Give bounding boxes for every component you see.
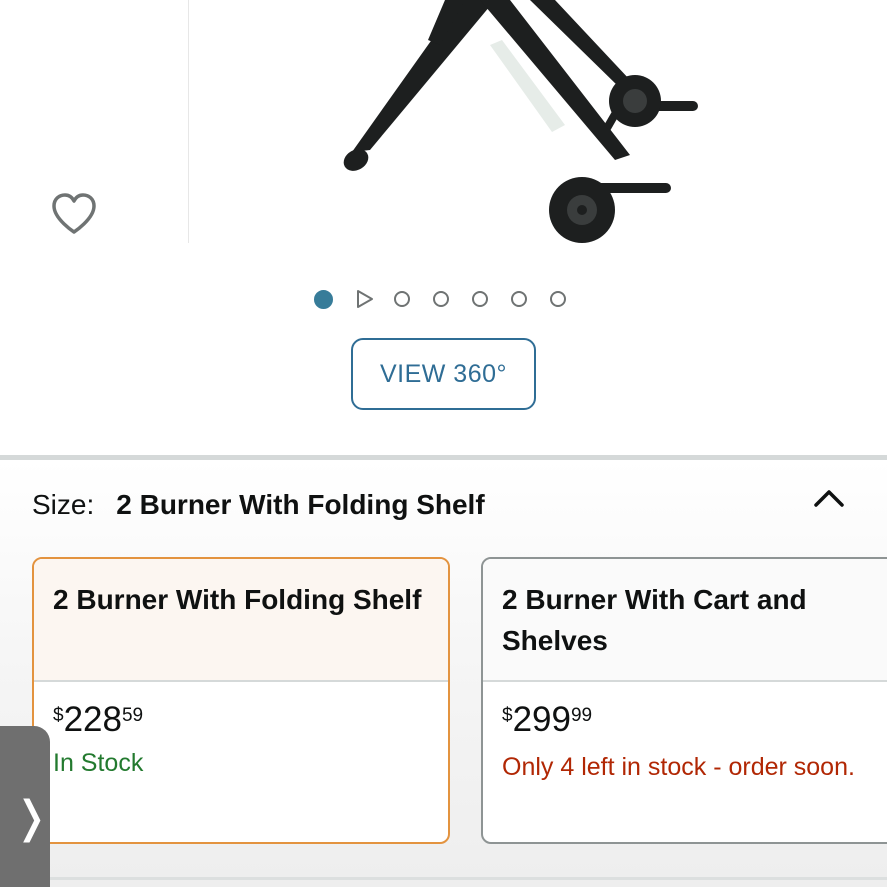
price-fraction: 99: [570, 705, 593, 726]
heart-icon[interactable]: [49, 190, 99, 238]
option-price: $ 228 59: [53, 702, 429, 737]
availability-status: In Stock: [53, 749, 144, 777]
size-option-card[interactable]: 2 Burner With Cart and Shelves $ 299 99 …: [481, 557, 887, 844]
chevron-right-icon: ❭: [13, 793, 50, 842]
size-option-card-selected[interactable]: 2 Burner With Folding Shelf $ 228 59 In …: [32, 557, 450, 844]
price-symbol: $: [53, 705, 64, 726]
image-carousel-dots: [314, 288, 566, 310]
price-whole: 228: [63, 700, 122, 739]
size-header[interactable]: Size: 2 Burner With Folding Shelf: [32, 487, 485, 523]
side-panel-toggle[interactable]: ❭: [0, 726, 50, 887]
carousel-dot[interactable]: [433, 291, 449, 307]
carousel-dot[interactable]: [472, 291, 488, 307]
chevron-up-icon[interactable]: [812, 484, 846, 510]
section-divider-bottom: [50, 877, 887, 880]
size-option-name: 2 Burner With Folding Shelf: [34, 559, 448, 680]
video-play-icon[interactable]: [354, 289, 374, 309]
price-whole: 299: [512, 700, 571, 739]
carousel-dot[interactable]: [511, 291, 527, 307]
view-360-button[interactable]: VIEW 360°: [351, 338, 536, 410]
gallery-divider: [188, 0, 189, 243]
product-image[interactable]: [330, 0, 710, 245]
availability-status: Only 4 left in stock - order soon.: [502, 753, 855, 781]
view-360-label: VIEW 360°: [379, 359, 508, 388]
size-option-name: 2 Burner With Cart and Shelves: [483, 559, 887, 680]
carousel-dot-active[interactable]: [314, 289, 333, 309]
price-symbol: $: [502, 705, 513, 726]
size-label: Size:: [32, 489, 95, 520]
carousel-dot[interactable]: [394, 291, 410, 307]
carousel-dot[interactable]: [550, 291, 566, 307]
option-price: $ 299 99: [502, 702, 880, 737]
product-image-gallery: VIEW 360°: [0, 0, 887, 455]
size-selected-value: 2 Burner With Folding Shelf: [116, 489, 485, 520]
price-fraction: 59: [121, 705, 144, 726]
